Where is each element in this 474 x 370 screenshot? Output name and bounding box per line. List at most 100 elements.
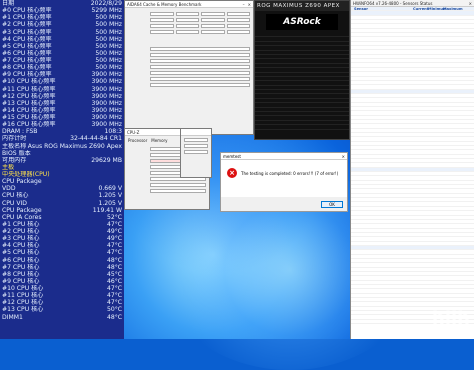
aida-info-1	[128, 46, 250, 51]
osd-row-label: #15 CPU 核心频率	[2, 114, 56, 121]
osd-row-value: 500 MHz	[95, 49, 122, 57]
osd-row: #12 CPU 核心 47°C	[2, 299, 124, 306]
tab-memory[interactable]: Memory	[151, 138, 167, 143]
aida-info-4	[128, 64, 250, 69]
osd-row: #8 CPU 核心 45°C	[2, 271, 124, 278]
osd-row-value: 1.205 V	[98, 199, 122, 207]
osd-row: #11 CPU 核心 47°C	[2, 292, 124, 299]
aida64-benchmark-window[interactable]: AIDA64 Cache & Memory Benchmark – ×	[124, 0, 254, 135]
osd-row-value: 0.669 V	[98, 185, 122, 193]
osd-row: 可用内存 29629 MB	[2, 157, 124, 164]
osd-row-value: 500 MHz	[95, 35, 122, 43]
aida-row-l1	[128, 17, 250, 22]
aida-row-l2	[128, 23, 250, 28]
osd-row-label: 内存计时	[2, 135, 27, 143]
osd-row-label: CPU IA Cores	[2, 213, 42, 221]
osd-row-value: 3900 MHz	[91, 121, 122, 129]
memory-panel-window[interactable]	[180, 128, 212, 178]
osd-row: 日期 2022/8/29	[2, 0, 124, 7]
osd-row-value: 500 MHz	[95, 14, 122, 22]
tab-processor[interactable]: Processor	[128, 138, 147, 143]
osd-row-label: #13 CPU 核心频率	[2, 99, 56, 107]
ok-button[interactable]: OK	[321, 200, 343, 208]
osd-row-value: 49°C	[106, 235, 122, 243]
osd-row-label: CPU VID	[2, 199, 27, 207]
osd-row-value: 47°C	[106, 299, 122, 307]
osd-row: #12 CPU 核心频率 3900 MHz	[2, 93, 124, 100]
hwinfo-sensors-window[interactable]: HWiNFO64 v7.26-4800 - Sensors Status × Se…	[350, 0, 474, 339]
osd-row-label: #8 CPU 核心频率	[2, 64, 52, 72]
osd-row-label: #1 CPU 核心频率	[2, 14, 52, 22]
close-icon[interactable]: ×	[342, 154, 345, 159]
osd-row-label: #12 CPU 核心	[2, 299, 44, 307]
osd-row-label: #4 CPU 核心	[2, 242, 40, 250]
osd-row-value: 3900 MHz	[91, 78, 122, 86]
osd-row-value: 47°C	[106, 249, 122, 257]
osd-row-label: #3 CPU 核心	[2, 235, 40, 243]
osd-row-label: BIOS 版本	[2, 149, 31, 157]
dialog-title: memtest	[223, 153, 241, 159]
minimize-icon[interactable]: –	[243, 2, 245, 7]
osd-row: #3 CPU 核心频率 500 MHz	[2, 29, 124, 36]
osd-row-label: #9 CPU 核心	[2, 277, 40, 285]
osd-row-label: VDD	[2, 185, 16, 193]
osd-row: #15 CPU 核心频率 3900 MHz	[2, 114, 124, 121]
osd-row-label: #12 CPU 核心频率	[2, 92, 56, 100]
osd-row-value: 47°C	[106, 220, 122, 228]
osd-row: DIMM1 48°C	[2, 314, 124, 321]
osd-row-label: 可用内存	[2, 156, 27, 164]
osd-row: #14 CPU 核心频率 3900 MHz	[2, 107, 124, 114]
osd-row: #7 CPU 核心频率 500 MHz	[2, 57, 124, 64]
osd-row-value: 47°C	[106, 292, 122, 300]
osd-row-value: 500 MHz	[95, 28, 122, 36]
osd-row-label: #13 CPU 核心	[2, 306, 44, 314]
osd-row-value: 1.205 V	[98, 192, 122, 200]
test-result-dialog[interactable]: memtest × × The testing is completed: 0 e…	[220, 152, 348, 212]
osd-row: #1 CPU 核心 47°C	[2, 221, 124, 228]
osd-row-value: 52°C	[106, 213, 122, 221]
osd-row-label: #14 CPU 核心频率	[2, 106, 56, 114]
osd-row-label: #16 CPU 核心频率	[2, 121, 56, 129]
osd-row-label: #7 CPU 核心频率	[2, 57, 52, 64]
osd-row-label: #11 CPU 核心频率	[2, 85, 56, 93]
osd-row: #6 CPU 核心频率 500 MHz	[2, 50, 124, 57]
cpuz-title: CPU-Z	[127, 129, 140, 135]
aida-row-memory	[128, 11, 250, 16]
osd-row-value: 47°C	[106, 285, 122, 292]
error-icon: ×	[227, 168, 237, 178]
rog-title: ROG MAXIMUS Z690 APEX	[255, 1, 349, 11]
osd-row: CPU Package 119.41 W	[2, 207, 124, 214]
osd-row: 主板名称 Asus ROG Maximus Z690 Apex	[2, 143, 124, 150]
osd-row: #3 CPU 核心 49°C	[2, 235, 124, 242]
osd-row-label: #6 CPU 核心频率	[2, 49, 52, 57]
col-sensor: Sensor	[354, 7, 368, 11]
osd-row: CPU Package	[2, 178, 124, 185]
close-icon[interactable]: ×	[469, 1, 472, 6]
osd-row: #5 CPU 核心频率 500 MHz	[2, 43, 124, 50]
aida-info-6	[128, 76, 250, 81]
osd-row: #2 CPU 核心 49°C	[2, 228, 124, 235]
close-icon[interactable]: ×	[248, 2, 251, 7]
osd-row-value: 108:3	[104, 128, 122, 136]
osd-row-label: CPU Package	[2, 206, 42, 214]
osd-row: #1 CPU 核心频率 500 MHz	[2, 14, 124, 21]
osd-row-value: 48°C	[106, 256, 122, 264]
osd-row-value: 3900 MHz	[91, 114, 122, 121]
osd-row-value: 500 MHz	[95, 64, 122, 72]
osd-row: #4 CPU 核心 47°C	[2, 242, 124, 249]
site-watermark: hjlh www.hjlhdm.com	[432, 310, 470, 334]
osd-row-value: 48°C	[106, 263, 122, 271]
rog-bios-window[interactable]: ROG MAXIMUS Z690 APEX ASRock	[254, 0, 350, 140]
osd-row-value: 500 MHz	[95, 57, 122, 64]
osd-row: #6 CPU 核心 48°C	[2, 257, 124, 264]
osd-row: 中央处理器(CPU)	[2, 171, 124, 178]
osd-row-value: 48°C	[106, 313, 122, 321]
osd-row: #2 CPU 核心频率 500 MHz	[2, 21, 124, 28]
osd-row: VDD 0.669 V	[2, 185, 124, 192]
osd-row-label: 中央处理器(CPU)	[2, 171, 50, 178]
rog-setting-row[interactable]	[255, 125, 349, 130]
osd-row-label: CPU Package	[2, 178, 42, 186]
osd-row: #5 CPU 核心 47°C	[2, 249, 124, 256]
osd-row-label: #1 CPU 核心	[2, 220, 40, 228]
dialog-message: The testing is completed: 0 errors!!! (7…	[241, 170, 339, 176]
